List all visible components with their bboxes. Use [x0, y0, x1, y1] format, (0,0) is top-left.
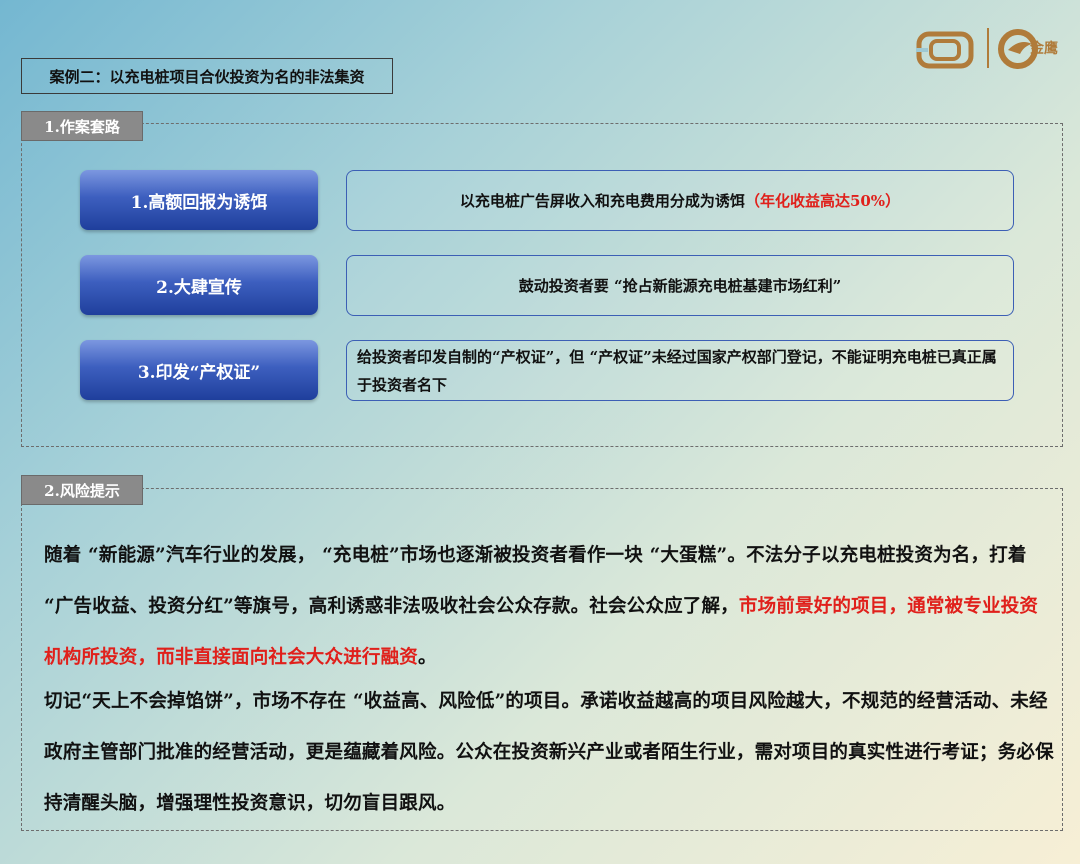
step-1-desc-highlight: （年化收益高达50%） — [744, 192, 901, 210]
section-tag-tactics: 1.作案套路 — [21, 111, 143, 141]
step-1-pill: 1.高额回报为诱饵 — [80, 170, 318, 230]
risk-paragraph-1: 随着 “新能源”汽车行业的发展， “充电桩”市场也逐渐被投资者看作一块 “大蛋糕… — [44, 530, 1054, 683]
step-3-pill: 3.印发“产权证” — [80, 340, 318, 400]
logo-divider — [987, 28, 989, 68]
step-1-desc-text: 以充电桩广告屏收入和充电费用分成为诱饵 — [459, 192, 745, 210]
page-title: 案例二：以充电桩项目合伙投资为名的非法集资 — [21, 58, 393, 94]
risk-paragraph-2: 切记“天上不会掉馅饼”，市场不存在 “收益高、风险低”的项目。承诺收益越高的项目… — [44, 691, 1054, 814]
section-tag-risk: 2.风险提示 — [21, 475, 143, 505]
step-2-desc-text: 鼓动投资者要 “抢占新能源充电桩基建市场红利” — [518, 277, 842, 295]
step-3-desc-text: 给投资者印发自制的“产权证”，但 “产权证”未经过国家产权部门登记，不能证明充电… — [357, 347, 997, 394]
step-2-desc: 鼓动投资者要 “抢占新能源充电桩基建市场红利” — [346, 255, 1014, 316]
step-1-desc: 以充电桩广告屏收入和充电费用分成为诱饵 （年化收益高达50%） — [346, 170, 1014, 231]
brand-text: 金鹰 — [1030, 41, 1058, 57]
step-3-desc: 给投资者印发自制的“产权证”，但 “产权证”未经过国家产权部门登记，不能证明充电… — [346, 340, 1014, 401]
step-2-pill: 2.大肆宣传 — [80, 255, 318, 315]
ring-logo-icon — [916, 31, 974, 69]
risk-paragraph-1-end: 。 — [418, 647, 437, 668]
